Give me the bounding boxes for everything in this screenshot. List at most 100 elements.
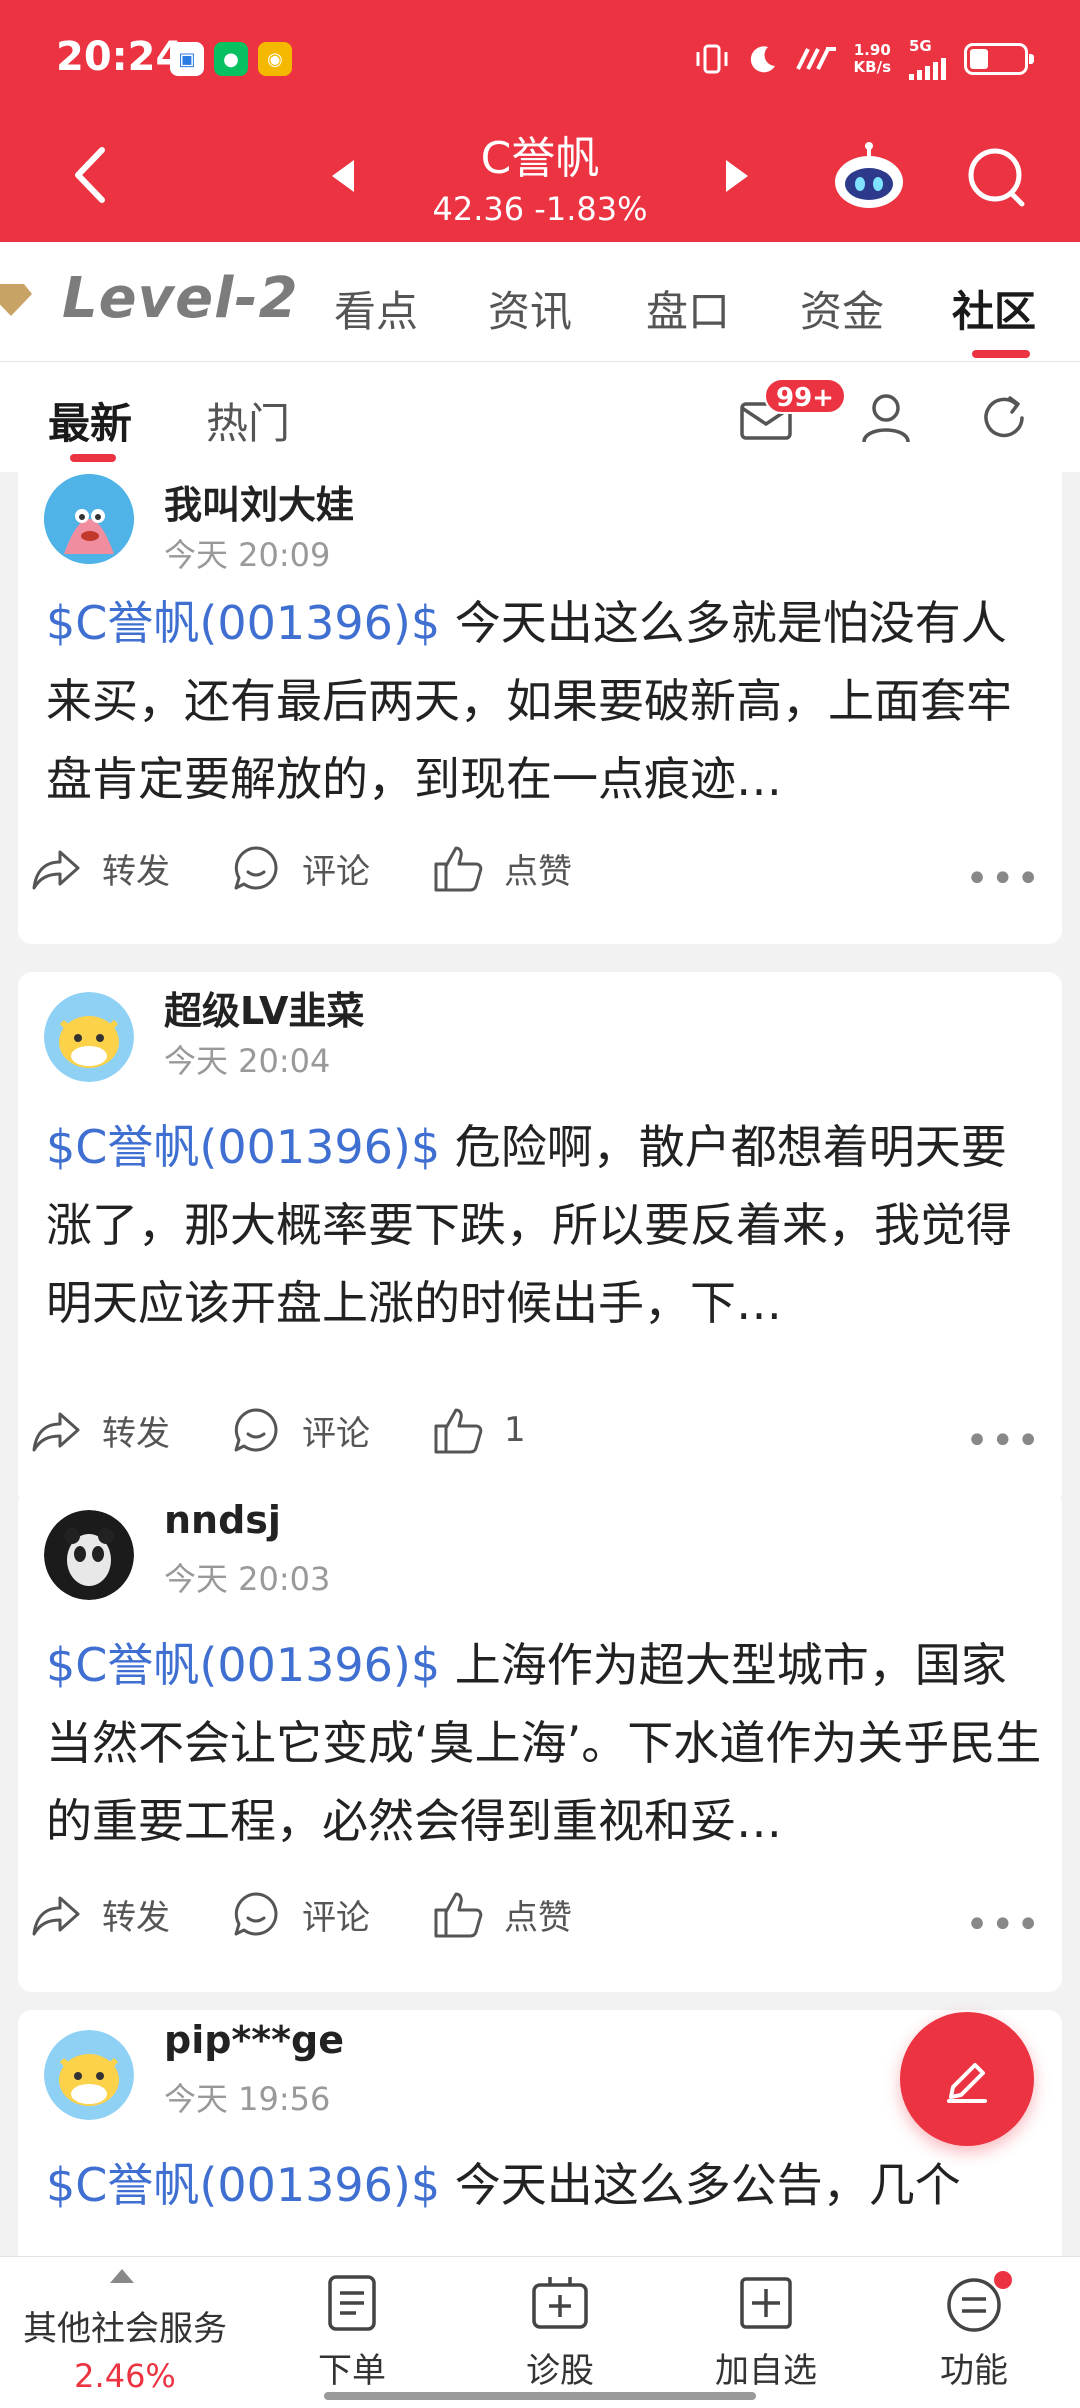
- avatar[interactable]: [44, 474, 134, 564]
- post-time: 今天 20:04: [164, 1042, 331, 1080]
- comment-button[interactable]: 评论: [230, 842, 370, 894]
- post-time: 今天 20:03: [164, 1560, 331, 1598]
- stock-tag-link[interactable]: $C誉帆(001396)$: [46, 1120, 440, 1174]
- other-service-ticker[interactable]: 其他社会服务 2.46%: [0, 2257, 250, 2408]
- thumbs-up-icon: [434, 846, 483, 892]
- like-button[interactable]: 1: [432, 1404, 526, 1456]
- avatar[interactable]: [44, 992, 134, 1082]
- bottom-bar: 其他社会服务 2.46% 下单 诊股 加自选 功能: [0, 2256, 1080, 2408]
- tab-community[interactable]: 社区: [952, 278, 1036, 339]
- comment-button[interactable]: 评论: [230, 1888, 370, 1940]
- post-card[interactable]: nndsj 今天 20:03 $C誉帆(001396)$ 上海作为超大型城市，国…: [18, 1490, 1062, 1992]
- tab-order-book[interactable]: 盘口: [646, 278, 730, 339]
- post-actions: 转发 评论 点赞 •••: [18, 1888, 1062, 1954]
- status-right: 1.90 KB/s 5G: [694, 38, 1034, 80]
- vibrate-icon: [696, 44, 728, 74]
- post-card[interactable]: 超级LV韭菜 今天 20:04 $C誉帆(001396)$ 危险啊，散户都想着明…: [18, 972, 1062, 1330]
- active-tab-indicator: [972, 350, 1030, 358]
- avatar[interactable]: [44, 1510, 134, 1600]
- next-stock-button[interactable]: [722, 156, 752, 196]
- stock-quote: 42.36 -1.83%: [432, 190, 648, 228]
- post-time: 今天 19:56: [164, 2080, 331, 2118]
- avatar[interactable]: [44, 2030, 134, 2120]
- share-button[interactable]: 转发: [30, 1404, 170, 1456]
- comment-icon: [234, 846, 278, 890]
- like-button[interactable]: 点赞: [432, 842, 572, 894]
- home-indicator[interactable]: [324, 2392, 756, 2400]
- thumbs-up-icon: [434, 1892, 483, 1938]
- tab-latest[interactable]: 最新: [48, 390, 132, 451]
- ai-assistant-robot-icon[interactable]: [832, 142, 906, 212]
- mail-badge: 99+: [764, 378, 846, 414]
- status-time: 20:24: [56, 34, 184, 80]
- sub-tabs: 最新 热门 99+: [0, 362, 1080, 472]
- username[interactable]: 我叫刘大娃: [164, 474, 354, 529]
- stock-tag-link[interactable]: $C誉帆(001396)$: [46, 1638, 440, 1692]
- app-notification-icon: ▣: [170, 42, 204, 76]
- notification-dot: [994, 2271, 1012, 2289]
- expand-up-icon: [110, 2269, 134, 2283]
- post-card[interactable]: pip***ge 今天 19:56 $C誉帆(001396)$ 今天出这么多公告…: [18, 2010, 1062, 2256]
- more-options-button[interactable]: •••: [965, 856, 1042, 902]
- post-card[interactable]: 我叫刘大娃 今天 20:09 $C誉帆(001396)$ 今天出这么多就是怕没有…: [18, 472, 1062, 944]
- tab-kandian[interactable]: 看点: [334, 278, 418, 339]
- previous-stock-button[interactable]: [328, 156, 358, 196]
- tab-hot[interactable]: 热门: [206, 390, 290, 451]
- tab-functions[interactable]: 功能: [894, 2267, 1054, 2407]
- tab-add-watchlist[interactable]: 加自选: [686, 2267, 846, 2407]
- notification-icons: ▣ ● ◉: [170, 42, 292, 76]
- tab-diagnose[interactable]: 诊股: [480, 2267, 640, 2407]
- post-content[interactable]: $C誉帆(001396)$ 今天出这么多公告，几个: [46, 2146, 1046, 2256]
- nav-row: C誉帆 42.36 -1.83%: [0, 120, 1080, 242]
- other-service-pct: 2.46%: [74, 2357, 176, 2395]
- username[interactable]: nndsj: [164, 1498, 281, 1542]
- active-subtab-indicator: [70, 454, 116, 462]
- share-button[interactable]: 转发: [30, 842, 170, 894]
- post-content[interactable]: $C誉帆(001396)$ 今天出这么多就是怕没有人来买，还有最后两天，如果要破…: [46, 584, 1046, 818]
- username[interactable]: pip***ge: [164, 2018, 344, 2062]
- post-text: 今天出这么多公告，几个: [440, 2158, 961, 2212]
- stock-tag-link[interactable]: $C誉帆(001396)$: [46, 596, 440, 650]
- search-icon[interactable]: [962, 142, 1032, 212]
- share-button[interactable]: 转发: [30, 1888, 170, 1940]
- username[interactable]: 超级LV韭菜: [164, 980, 364, 1035]
- status-bar: 20:24 ▣ ● ◉ 1.90 KB/s 5G: [0, 0, 1080, 120]
- user-icon[interactable]: [858, 390, 914, 446]
- thumbs-up-icon: [434, 1408, 483, 1454]
- post-content[interactable]: $C誉帆(001396)$ 危险啊，散户都想着明天要涨了，那大概率要下跌，所以要…: [46, 1108, 1046, 1342]
- edit-icon: [947, 2063, 987, 2103]
- battery-icon: [964, 43, 1034, 75]
- post-time: 今天 20:09: [164, 536, 331, 574]
- post-actions: 转发 评论 点赞 •••: [18, 842, 1062, 908]
- stock-tag-link[interactable]: $C誉帆(001396)$: [46, 2158, 440, 2212]
- post-content[interactable]: $C誉帆(001396)$ 上海作为超大型城市，国家当然不会让它变成‘臭上海’。…: [46, 1626, 1046, 1860]
- share-icon: [32, 1896, 80, 1936]
- other-service-label: 其他社会服务: [23, 2309, 227, 2349]
- comment-icon: [234, 1408, 278, 1452]
- share-icon: [32, 850, 80, 890]
- signal-indicator: 5G: [909, 38, 946, 80]
- compose-post-button[interactable]: [900, 2012, 1034, 2146]
- post-actions: 转发 评论 1 •••: [18, 1404, 1062, 1470]
- order-icon: [328, 2275, 376, 2331]
- like-button[interactable]: 点赞: [432, 1888, 572, 1940]
- more-options-button[interactable]: •••: [965, 1418, 1042, 1464]
- more-options-button[interactable]: •••: [965, 1902, 1042, 1948]
- comment-button[interactable]: 评论: [230, 1404, 370, 1456]
- tab-fund-flow[interactable]: 资金: [800, 278, 884, 339]
- tab-news[interactable]: 资讯: [488, 278, 572, 339]
- wechat-notification-icon: ●: [214, 42, 248, 76]
- moon-icon: [750, 46, 775, 73]
- like-count: 1: [504, 1410, 526, 1450]
- network-speed: 1.90 KB/s: [853, 41, 891, 76]
- refresh-icon[interactable]: [976, 390, 1032, 446]
- diagnose-icon: [532, 2277, 588, 2329]
- post-feed[interactable]: 我叫刘大娃 今天 20:09 $C誉帆(001396)$ 今天出这么多就是怕没有…: [18, 472, 1062, 2256]
- diamond-icon: [0, 284, 32, 316]
- share-icon: [32, 1412, 80, 1452]
- tab-level2[interactable]: Level-2: [62, 266, 299, 331]
- tab-order[interactable]: 下单: [272, 2267, 432, 2407]
- top-tabs: Level-2 看点 资讯 盘口 资金 社区: [0, 242, 1080, 362]
- back-button[interactable]: [62, 140, 122, 210]
- wallet-notification-icon: ◉: [258, 42, 292, 76]
